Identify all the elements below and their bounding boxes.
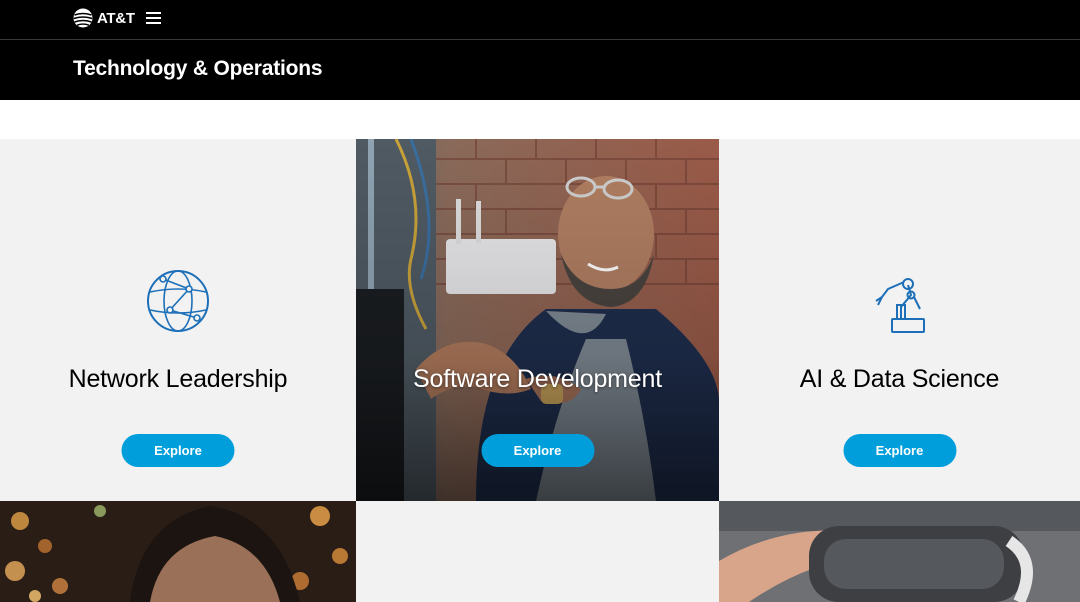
tile-title: AI & Data Science: [799, 365, 1000, 393]
explore-button[interactable]: Explore: [843, 434, 956, 467]
tile-bottom-right[interactable]: [719, 501, 1080, 602]
top-navigation-bar: AT&T: [0, 0, 1080, 40]
category-grid: Network Leadership Explore Software Deve…: [0, 139, 1080, 602]
tile-bottom-left[interactable]: [0, 501, 356, 602]
tile-bottom-center[interactable]: [356, 501, 719, 602]
section-title-bar: Technology & Operations: [0, 40, 1080, 100]
brand-name: AT&T: [97, 9, 135, 27]
att-globe-icon: [73, 8, 93, 28]
robotic-arm-icon: [874, 278, 925, 333]
tile-title: Network Leadership: [68, 365, 288, 393]
globe-network-icon: [147, 270, 209, 332]
tile-software-development: Software Development Explore: [356, 139, 719, 501]
explore-button[interactable]: Explore: [121, 434, 235, 467]
tile-ai-data-science: AI & Data Science Explore: [719, 139, 1080, 501]
person-bokeh-photo: [0, 501, 356, 602]
page-title: Technology & Operations: [73, 57, 323, 80]
att-logo[interactable]: AT&T: [72, 7, 135, 29]
explore-button[interactable]: Explore: [481, 434, 594, 467]
tile-network-leadership: Network Leadership Explore: [0, 139, 356, 501]
hamburger-menu-icon[interactable]: [146, 11, 162, 25]
tile-title: Software Development: [413, 365, 662, 393]
vr-headset-photo: [719, 501, 1080, 602]
